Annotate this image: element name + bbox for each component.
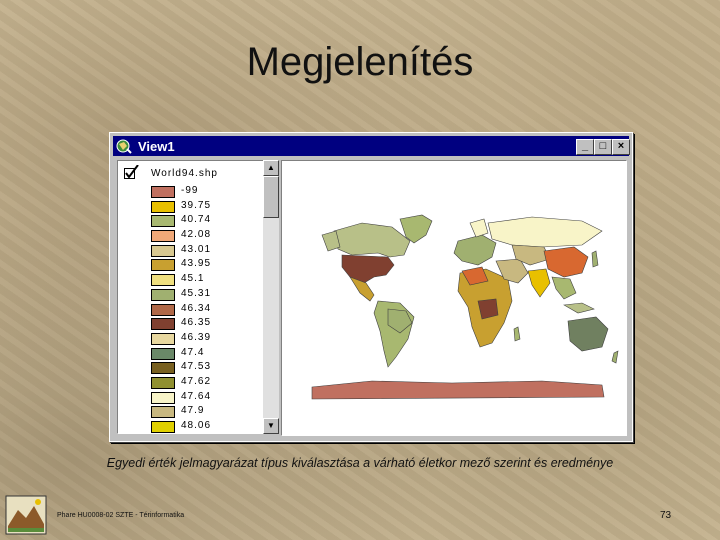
scrollbar-thumb[interactable] [263,176,279,218]
legend-label: 47.4 [181,346,205,358]
china-shape [543,246,589,278]
legend-swatch [151,200,175,213]
legend-label: 47.64 [181,390,212,402]
indonesia-shape [563,302,595,314]
legend-swatch [151,376,175,389]
check-icon[interactable] [124,165,140,179]
legend-label: 46.39 [181,331,212,343]
toc-scrollbar[interactable]: ▲ ▼ [263,160,279,434]
madagascar-shape [513,326,521,342]
window-title: View1 [138,139,175,154]
window-titlebar[interactable]: View1 _ □ × [113,136,630,156]
slide-title: Megjelenítés [246,40,474,84]
minimize-button[interactable]: _ [576,139,594,155]
scandinavia-shape [469,218,489,238]
legend-label: 45.1 [181,273,205,285]
arrow-up-icon[interactable]: ▲ [263,160,279,176]
view-window[interactable]: View1 _ □ × World94.shp -99 39.75 40.74 42.… [109,132,633,442]
legend-label: 46.35 [181,317,212,329]
australia-shape [567,316,609,352]
legend-swatch [151,288,175,301]
mountain-logo-icon [5,495,47,535]
russia-shape [487,216,603,248]
legend-swatch [151,244,175,257]
slide-caption: Egyedi érték jelmagyarázat típus kiválas… [106,456,614,470]
legend-label: 42.08 [181,229,212,241]
europe-shape [453,234,497,266]
legend-label: 47.62 [181,375,212,387]
maximize-button[interactable]: □ [594,139,612,155]
legend-label: -99 [181,185,199,196]
legend-label: 47.9 [181,405,205,417]
legend-swatch [151,303,175,316]
legend-label: 40.74 [181,214,212,226]
legend-label: 48.06 [181,420,212,431]
usa-shape [341,254,395,284]
legend-swatch [151,318,175,331]
legend-label: 47.53 [181,361,212,373]
layer-name[interactable]: World94.shp [151,168,218,179]
footer-text: Phare HU0008-02 SZTE - Térinformatika [57,512,185,519]
legend-swatch [151,332,175,345]
world-map [311,214,619,400]
legend-swatch [151,406,175,419]
india-shape [527,268,551,298]
arrow-down-icon[interactable]: ▼ [263,418,279,434]
close-button[interactable]: × [612,139,630,155]
legend-label: 45.31 [181,287,212,299]
legend-swatch [151,347,175,360]
arcview-globe-icon [116,139,132,154]
legend-label: 43.01 [181,243,212,255]
japan-shape [591,250,599,268]
legend-swatch [151,274,175,287]
legend-swatch [151,186,175,198]
new-zealand-shape [611,350,619,364]
legend-swatch [151,421,175,433]
legend-label: 39.75 [181,199,212,211]
antarctica-shape [311,380,605,400]
legend-label: 46.34 [181,302,212,314]
legend-swatch [151,230,175,243]
legend-label: 43.95 [181,258,212,270]
table-of-contents[interactable]: World94.shp -99 39.75 40.74 42.08 43.01 43.95… [117,160,265,434]
legend-swatch [151,362,175,375]
page-number: 73 [660,510,672,521]
map-canvas[interactable] [281,160,627,436]
legend-swatch [151,259,175,272]
legend-swatch [151,391,175,404]
southeast-asia-shape [551,276,577,300]
canada-shape [333,222,411,258]
legend-swatch [151,215,175,228]
